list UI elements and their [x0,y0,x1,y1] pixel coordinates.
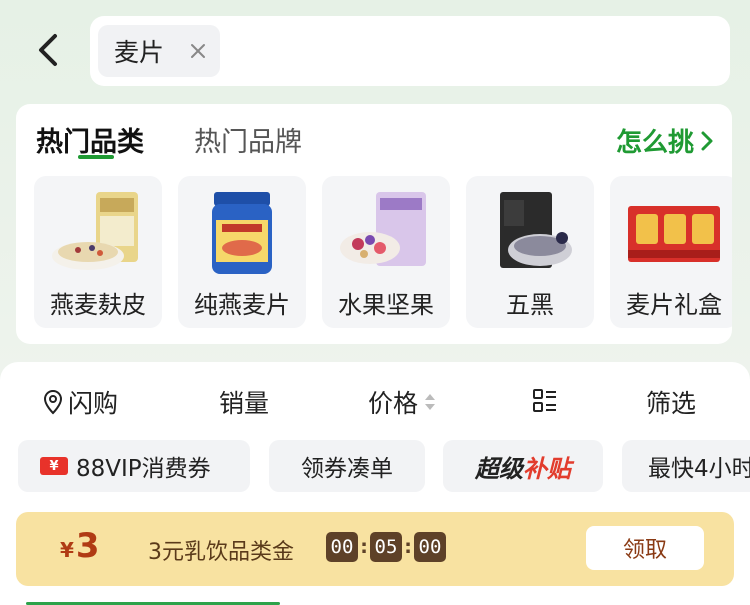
search-query-chip[interactable]: 麦片 [98,25,220,77]
five-black-cereal-image [500,192,572,268]
grid-list-icon [533,389,556,412]
quick-filter-chips: ¥ 88VIP消费券 领券凑单 超级 补贴 最快4小时 [18,440,750,492]
category-item[interactable]: 燕麦麸皮 [34,176,162,328]
promo-description: 3元乳饮品类金 [148,540,294,565]
sort-arrows-icon [425,394,436,410]
sort-price-label: 价格 [368,389,419,418]
timer-separator: : [360,536,368,558]
layout-toggle-button[interactable] [532,388,558,414]
category-item[interactable]: 麦片礼盒 [610,176,732,328]
timer-minutes: 05 [370,532,402,562]
category-label: 燕麦麸皮 [50,291,146,319]
super-subsidy-chip[interactable]: 超级 补贴 [443,440,603,492]
how-to-choose-link[interactable]: 怎么挑 [616,122,714,159]
super-subsidy-label-part2: 补贴 [523,454,571,483]
close-icon[interactable] [188,41,208,61]
search-query-text: 麦片 [114,38,165,67]
vip-coupon-badge-icon: ¥ [40,457,68,475]
timer-seconds: 00 [414,532,446,562]
how-to-choose-label: 怎么挑 [615,128,694,158]
oatmeal-jar-image [212,192,272,274]
chevron-right-icon [701,131,713,150]
sort-bar: 闪购 销量 价格 筛选 [0,382,750,422]
category-label: 水果坚果 [338,291,434,319]
location-pin-icon [43,389,63,415]
filter-panel: 闪购 销量 价格 筛选 ¥ 88VIP消费券 领券凑单 超级 补贴 最快4小时 … [0,362,750,605]
timer-separator: : [404,536,412,558]
filter-label: 筛选 [646,389,697,418]
sort-flash-label: 闪购 [68,389,119,418]
category-label: 五黑 [506,291,554,319]
category-label: 麦片礼盒 [626,291,722,319]
coupon-bundle-label: 领券凑单 [301,456,393,482]
category-card: 热门品类 热门品牌 怎么挑 燕麦麸皮 纯燕麦片 水果坚果 五黑 麦片礼盒 [16,104,732,344]
countdown-timer: 00 : 05 : 00 [326,532,446,562]
promo-amount-value: 3 [75,526,100,566]
vip-voucher-chip[interactable]: ¥ 88VIP消费券 [18,440,250,492]
filter-button[interactable]: 筛选 [646,384,696,420]
sort-sales[interactable]: 销量 [219,384,269,420]
category-label: 纯燕麦片 [194,291,290,319]
promo-amount: ¥ 3 [60,526,100,566]
oatmeal-gift-box-image [628,206,720,262]
category-item[interactable]: 水果坚果 [322,176,450,328]
sort-flash-purchase[interactable]: 闪购 [42,384,118,420]
vip-voucher-label: 88VIP消费券 [76,456,211,482]
category-item[interactable]: 纯燕麦片 [178,176,306,328]
category-list: 燕麦麸皮 纯燕麦片 水果坚果 五黑 麦片礼盒 [34,176,732,328]
claim-button[interactable]: 领取 [586,526,704,570]
oat-bran-product-image [52,192,138,270]
chevron-left-icon [39,34,57,66]
category-item[interactable]: 五黑 [466,176,594,328]
fruit-nut-granola-image [340,192,426,266]
back-button[interactable] [28,28,68,72]
sort-sales-label: 销量 [219,389,270,418]
active-tab-indicator [78,155,114,159]
tab-hot-categories[interactable]: 热门品类 [36,120,144,159]
fastest-delivery-chip[interactable]: 最快4小时 [622,440,750,492]
coupon-bundle-chip[interactable]: 领券凑单 [269,440,425,492]
promo-currency: ¥ [60,538,74,562]
timer-hours: 00 [326,532,358,562]
fastest-delivery-label: 最快4小时 [648,456,750,482]
promo-coupon-banner: ¥ 3 3元乳饮品类金 00 : 05 : 00 领取 [16,512,734,586]
sort-price[interactable]: 价格 [368,384,436,420]
super-subsidy-label-part1: 超级 [475,454,523,483]
tab-hot-brands[interactable]: 热门品牌 [194,120,302,159]
search-bar[interactable]: 麦片 [90,16,730,86]
